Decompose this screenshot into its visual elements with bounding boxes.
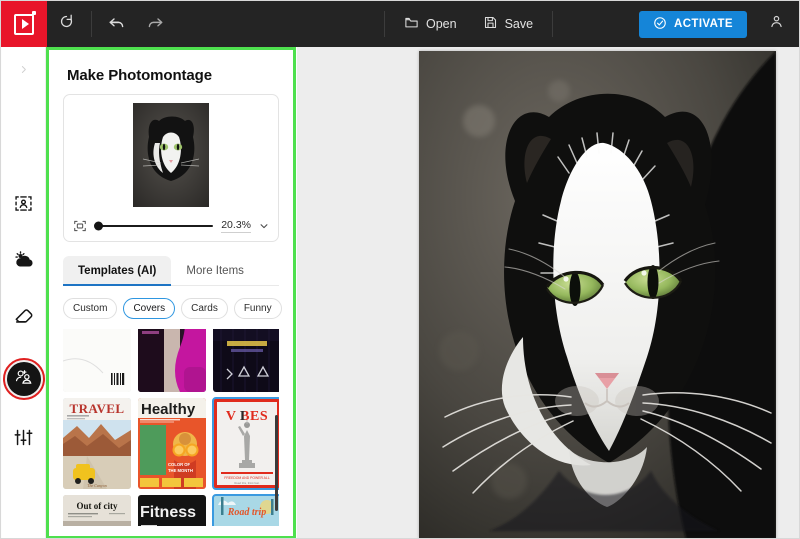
chevron-down-icon[interactable] — [259, 221, 269, 231]
svg-text:Read this, think fast.: Read this, think fast. — [234, 481, 260, 485]
template-magenta-card[interactable] — [138, 329, 206, 392]
photomontage-people-icon — [14, 367, 33, 391]
sidebar-item-photomontage[interactable] — [6, 362, 41, 396]
open-button[interactable]: Open — [391, 1, 470, 47]
save-button[interactable]: Save — [470, 1, 547, 47]
undo-icon — [108, 13, 126, 36]
svg-text:4 Reps: 4 Reps — [142, 525, 153, 526]
preview-card: 20.3% — [63, 94, 279, 242]
template-travel-art: TRAVEL The Canyon — [63, 398, 131, 489]
svg-text:Out of city: Out of city — [77, 501, 118, 511]
template-healthy-art: Healthy COLOR OF THE MONTH — [138, 398, 206, 489]
chip-custom[interactable]: Custom — [63, 298, 118, 319]
sidebar-item-eraser[interactable] — [7, 301, 41, 335]
zoom-slider-knob[interactable] — [94, 221, 103, 231]
tab-more-items[interactable]: More Items — [171, 256, 259, 285]
redo-icon — [146, 13, 164, 36]
panel-tabs: Templates (AI) More Items — [63, 256, 279, 286]
svg-text:THE MONTH: THE MONTH — [168, 468, 193, 473]
open-button-label: Open — [426, 17, 457, 31]
rail-collapse-button[interactable] — [10, 57, 38, 81]
zoom-slider[interactable] — [94, 219, 214, 233]
reset-icon — [58, 13, 75, 35]
category-chips: Custom Covers Cards Funny — [63, 298, 282, 319]
template-white-card-art — [63, 329, 131, 392]
svg-text:The Canyon: The Canyon — [87, 483, 106, 488]
chip-covers[interactable]: Covers — [123, 298, 176, 319]
person-frame-icon — [13, 193, 34, 219]
canvas-area[interactable] — [297, 47, 799, 538]
app-logo[interactable] — [1, 1, 47, 47]
reset-button[interactable] — [47, 1, 85, 47]
undo-button[interactable] — [98, 1, 136, 47]
folder-icon — [404, 15, 419, 33]
template-roadtrip-art: Road trip — [213, 495, 279, 526]
fit-to-screen-icon[interactable] — [73, 219, 87, 233]
activate-button-label: ACTIVATE — [674, 18, 733, 30]
template-out-of-city-art: Out of city — [63, 495, 131, 526]
template-fitness-art: Fitness 4 Reps — [138, 495, 206, 526]
sidebar-item-adjustments[interactable] — [7, 423, 41, 457]
sidebar-item-photomontage-wrap — [2, 357, 46, 401]
top-toolbar: Open Save ACTIVATE — [1, 1, 799, 47]
chip-cards[interactable]: Cards — [181, 298, 228, 319]
toolbar-divider-2 — [384, 11, 385, 37]
template-grid: TRAVEL The Canyon Healthy COLOR OF THE M… — [63, 329, 279, 526]
check-circle-icon — [653, 16, 667, 33]
chip-funny[interactable]: Funny — [233, 298, 282, 319]
svg-text:Healthy: Healthy — [141, 401, 196, 418]
svg-text:FREEDOM AND POWER ALL: FREEDOM AND POWER ALL — [224, 476, 270, 480]
template-white-card[interactable] — [63, 329, 131, 392]
template-dark-card[interactable] — [213, 329, 279, 392]
tab-templates-ai[interactable]: Templates (AI) — [63, 256, 172, 286]
cloud-sun-icon — [13, 249, 35, 276]
template-vibes[interactable]: V BES I FREEDOM AND POWER ALL Read this,… — [212, 397, 279, 490]
canvas-image[interactable] — [419, 51, 776, 538]
template-magenta-card-art — [138, 329, 206, 392]
zoom-slider-track — [95, 224, 214, 228]
app-window: Open Save ACTIVATE Make Photomontage 20.… — [0, 0, 800, 539]
account-icon — [768, 13, 785, 35]
template-roadtrip[interactable]: Road trip — [212, 494, 279, 526]
svg-text:Road trip: Road trip — [227, 507, 267, 518]
template-dark-card-art — [213, 329, 279, 392]
account-button[interactable] — [759, 1, 793, 47]
sidebar-item-sky[interactable] — [7, 245, 41, 279]
panel-title: Make Photomontage — [67, 67, 212, 84]
svg-text:COLOR OF: COLOR OF — [168, 462, 191, 467]
sliders-icon — [13, 427, 34, 453]
redo-button[interactable] — [136, 1, 174, 47]
svg-text:Fitness: Fitness — [140, 504, 196, 521]
activate-button[interactable]: ACTIVATE — [639, 10, 747, 38]
zoom-value[interactable]: 20.3% — [221, 219, 251, 233]
save-button-label: Save — [504, 17, 534, 31]
toolbar-divider-3 — [552, 11, 554, 37]
zoom-row: 20.3% — [73, 219, 269, 233]
template-grid-wrap: TRAVEL The Canyon Healthy COLOR OF THE M… — [63, 329, 279, 526]
tuxedo-cat-photo-icon — [419, 51, 776, 538]
template-vibes-art: V BES I FREEDOM AND POWER ALL Read this,… — [213, 398, 279, 489]
chevron-right-icon — [21, 65, 26, 73]
toolbar-divider-1 — [91, 11, 92, 37]
tool-rail — [2, 47, 46, 538]
preview-thumbnail[interactable] — [133, 103, 209, 207]
panel-scrollbar[interactable] — [275, 415, 278, 511]
template-travel[interactable]: TRAVEL The Canyon — [63, 398, 131, 489]
eraser-icon — [13, 305, 35, 332]
photomontage-panel: Make Photomontage 20.3% Templates (AI) M… — [49, 50, 293, 536]
svg-text:TRAVEL: TRAVEL — [70, 401, 125, 416]
svg-text:I: I — [240, 409, 245, 424]
template-out-of-city[interactable]: Out of city — [63, 495, 131, 526]
photomontage-panel-highlight: Make Photomontage 20.3% Templates (AI) M… — [46, 47, 296, 538]
preview-cat-thumb-icon — [133, 103, 209, 207]
app-logo-mark — [14, 10, 36, 35]
template-fitness[interactable]: Fitness 4 Reps — [138, 495, 206, 526]
template-healthy[interactable]: Healthy COLOR OF THE MONTH — [138, 398, 206, 489]
sidebar-item-portrait[interactable] — [7, 189, 41, 223]
floppy-disk-icon — [483, 15, 498, 33]
